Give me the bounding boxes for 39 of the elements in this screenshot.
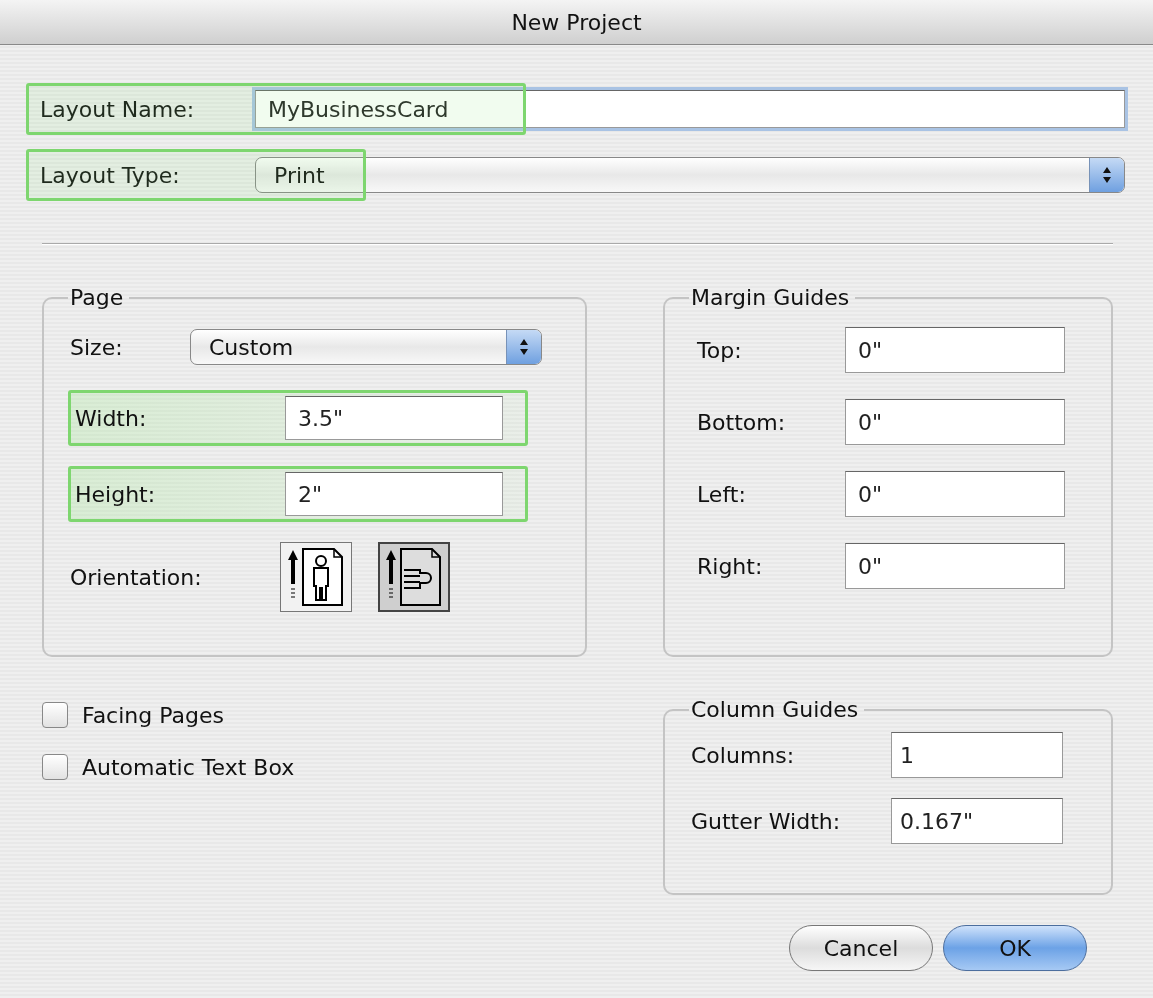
orientation-button[interactable]: [280, 542, 352, 612]
field-label: Size:: [69, 334, 124, 360]
orientation-button[interactable]: [378, 542, 450, 612]
checkbox-label: Automatic Text Box: [82, 754, 295, 780]
text-field[interactable]: 3.5": [285, 396, 503, 440]
field-label: Right:: [696, 553, 764, 579]
field-label: Columns:: [690, 742, 796, 768]
field-label: Gutter Width:: [690, 808, 842, 834]
field-label: Left:: [696, 481, 747, 507]
dropdown[interactable]: Print: [255, 157, 1125, 193]
text-field[interactable]: 2": [285, 472, 503, 516]
ok-button[interactable]: OK: [943, 925, 1087, 971]
checkbox[interactable]: [42, 754, 68, 780]
landscape-page-icon: [384, 546, 444, 608]
text-field[interactable]: 0": [845, 543, 1065, 589]
field-label: Orientation:: [69, 564, 203, 590]
field-label: Height:: [74, 481, 157, 507]
checkbox[interactable]: [42, 702, 68, 728]
field-label: Layout Name:: [39, 96, 196, 122]
text-field[interactable]: 0": [845, 327, 1065, 373]
text-field[interactable]: 0.167": [891, 798, 1063, 844]
group-title: Page: [69, 285, 125, 310]
field-label: Bottom:: [696, 409, 787, 435]
stepper-arrows-icon: [506, 330, 541, 364]
portrait-page-icon: [286, 546, 346, 608]
text-field[interactable]: 1: [891, 732, 1063, 778]
window-title: New Project: [511, 9, 642, 35]
cancel-button[interactable]: Cancel: [789, 925, 933, 971]
text-field[interactable]: MyBusinessCard: [255, 90, 1125, 128]
group-title: Column Guides: [690, 697, 860, 722]
field-label: Top:: [696, 337, 743, 363]
stepper-arrows-icon: [1089, 158, 1124, 192]
text-field[interactable]: 0": [845, 471, 1065, 517]
text-field[interactable]: 0": [845, 399, 1065, 445]
field-label: Width:: [74, 405, 148, 431]
checkbox-label: Facing Pages: [82, 702, 224, 728]
dropdown[interactable]: Custom: [190, 329, 542, 365]
group-title: Margin Guides: [690, 285, 851, 310]
field-label: Layout Type:: [39, 162, 181, 188]
